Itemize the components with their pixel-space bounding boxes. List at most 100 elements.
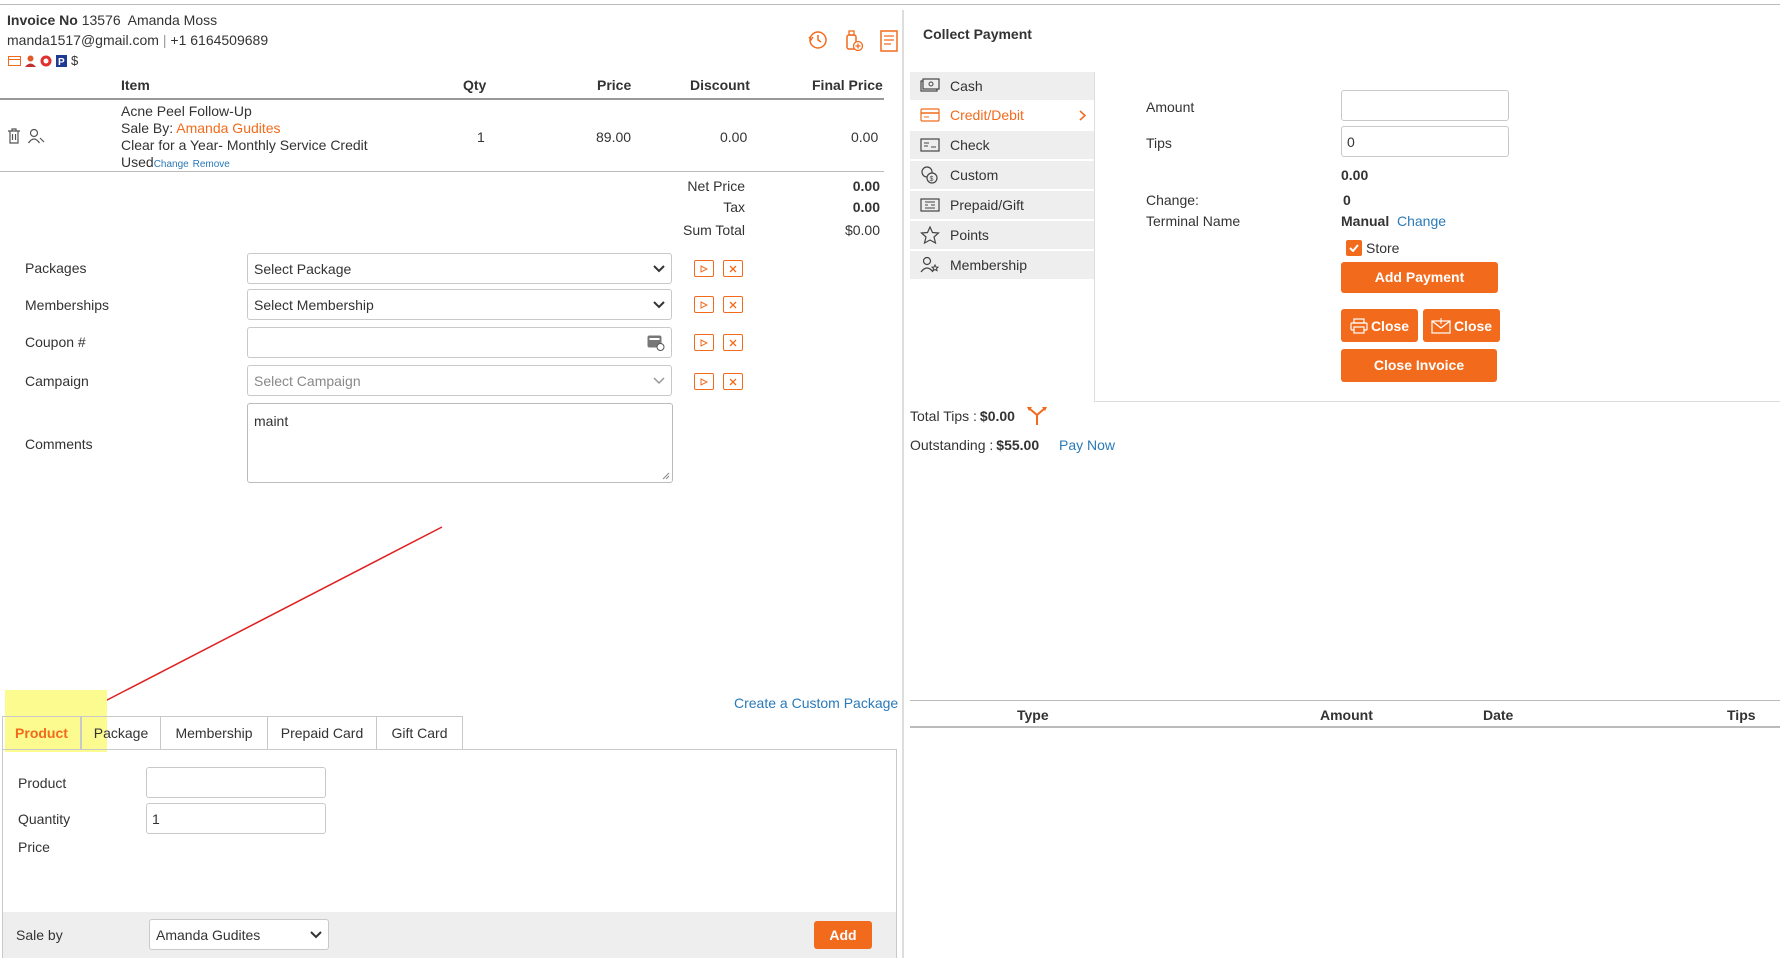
quantity-input[interactable]: 1 <box>146 803 326 834</box>
item-discount: 0.00 <box>720 129 748 145</box>
packages-select[interactable]: Select Package <box>247 253 672 284</box>
custom-payment-icon: $ <box>921 166 938 184</box>
tab-prepaid-card[interactable]: Prepaid Card <box>267 716 377 749</box>
campaign-value: Select Campaign <box>254 372 361 389</box>
clear-package-button[interactable] <box>723 260 743 277</box>
invoice-header: Invoice No 13576 Amanda Moss <box>7 12 217 28</box>
tab-membership[interactable]: Membership <box>160 716 268 749</box>
terminal-change-link[interactable]: Change <box>1397 213 1446 229</box>
tab-panel: Product Quantity 1 Price Sale by Amanda … <box>2 749 897 958</box>
resize-handle-icon[interactable] <box>662 472 670 480</box>
create-custom-package-link[interactable]: Create a Custom Package <box>734 695 898 711</box>
comments-label: Comments <box>25 436 93 452</box>
customer-email: manda1517@gmail.com <box>7 32 159 48</box>
payment-method-cash[interactable]: Cash <box>910 72 1094 101</box>
col-amount: Amount <box>1320 707 1373 723</box>
outstanding-value: $55.00 <box>996 437 1040 453</box>
add-button[interactable]: Add <box>814 921 872 949</box>
product-input[interactable] <box>146 767 326 798</box>
apply-campaign-button[interactable] <box>694 373 714 390</box>
change-link[interactable]: Change <box>154 159 189 170</box>
pay-now-link[interactable]: Pay Now <box>1059 437 1115 453</box>
close-icon <box>729 339 737 346</box>
item-sale-by-link[interactable]: Amanda Gudites <box>176 120 280 136</box>
clear-coupon-button[interactable] <box>723 334 743 351</box>
payment-method-check[interactable]: Check <box>910 131 1094 160</box>
split-tips-icon[interactable] <box>1026 406 1048 426</box>
payment-method-credit-debit-label: Credit/Debit <box>950 107 1024 123</box>
apply-package-button[interactable] <box>694 260 714 277</box>
credit-card-icon <box>920 108 940 122</box>
col-item: Item <box>121 77 150 93</box>
payment-method-custom[interactable]: $ Custom <box>910 161 1094 190</box>
chevron-down-icon <box>653 300 665 308</box>
item-description: Clear for a Year- Monthly Service Credit <box>121 137 368 153</box>
svg-text:P: P <box>58 57 65 67</box>
apply-membership-button[interactable] <box>694 296 714 313</box>
sum-total-value: $0.00 <box>844 222 880 238</box>
quantity-input-value: 1 <box>152 810 160 827</box>
payment-method-custom-label: Custom <box>950 167 999 183</box>
tips-input[interactable]: 0 <box>1341 126 1509 157</box>
col-price: Price <box>597 77 632 93</box>
chevron-right-icon <box>1079 109 1086 121</box>
clear-membership-button[interactable] <box>723 296 743 313</box>
staff-edit-icon[interactable] <box>28 128 46 144</box>
close-invoice-button[interactable]: Close Invoice <box>1341 349 1497 382</box>
receipt-icon[interactable] <box>880 30 898 52</box>
item-qty: 1 <box>477 129 485 145</box>
campaign-label: Campaign <box>25 373 89 389</box>
store-checkbox[interactable] <box>1346 240 1362 256</box>
play-icon <box>700 300 708 309</box>
price-label: Price <box>18 839 50 855</box>
payment-subtotal: 0.00 <box>1341 167 1369 183</box>
panel-divider <box>902 10 904 958</box>
item-name: Acne Peel Follow-Up <box>121 103 252 119</box>
col-date: Date <box>1483 707 1514 723</box>
remove-link[interactable]: Remove <box>193 159 230 170</box>
star-icon <box>920 226 940 244</box>
trash-icon[interactable] <box>7 128 21 144</box>
tab-package[interactable]: Package <box>81 716 161 749</box>
payment-method-points[interactable]: Points <box>910 221 1094 250</box>
contact-separator: | <box>162 32 167 48</box>
net-price-value: 0.00 <box>852 178 880 194</box>
tab-gift-card[interactable]: Gift Card <box>376 716 463 749</box>
store-checkbox-row: Store <box>1346 240 1399 256</box>
add-payment-button[interactable]: Add Payment <box>1341 262 1498 293</box>
packages-value: Select Package <box>254 260 352 277</box>
campaign-select[interactable]: Select Campaign <box>247 365 672 396</box>
close-icon <box>729 265 737 272</box>
coupon-field[interactable] <box>247 327 672 358</box>
change-label: Change: <box>1146 192 1199 208</box>
history-icon[interactable] <box>808 30 828 50</box>
sale-by-select[interactable]: Amanda Gudites <box>149 919 329 950</box>
tab-product[interactable]: Product <box>2 716 81 749</box>
add-product-icon[interactable] <box>844 30 864 52</box>
coupon-picker-icon[interactable] <box>647 335 665 351</box>
total-tips-row: Total Tips : $0.00 <box>910 406 1048 426</box>
sale-by-select-value: Amanda Gudites <box>156 926 261 943</box>
total-tips-value: $0.00 <box>979 408 1015 424</box>
payment-method-points-label: Points <box>950 227 989 243</box>
clear-campaign-button[interactable] <box>723 373 743 390</box>
checkmark-icon <box>1349 244 1359 252</box>
chevron-down-icon <box>310 930 322 938</box>
tab-prepaid-card-label: Prepaid Card <box>280 725 364 741</box>
tax-value: 0.00 <box>852 199 880 215</box>
close-email-button[interactable]: Close <box>1423 309 1500 342</box>
tab-product-label: Product <box>15 725 68 741</box>
comments-textarea[interactable]: maint <box>247 403 673 483</box>
payment-method-check-label: Check <box>950 137 990 153</box>
close-print-button[interactable]: Close <box>1341 309 1418 342</box>
collect-payment-title: Collect Payment <box>923 26 1032 42</box>
payment-method-prepaid-gift[interactable]: Prepaid/Gift <box>910 191 1094 220</box>
item-details: Acne Peel Follow-Up Sale By: Amanda Gudi… <box>121 103 368 173</box>
apply-coupon-button[interactable] <box>694 334 714 351</box>
amount-input[interactable] <box>1341 90 1509 121</box>
payment-method-credit-debit[interactable]: Credit/Debit <box>910 101 1094 130</box>
payment-method-membership[interactable]: Membership <box>910 251 1094 280</box>
invoice-actions <box>808 30 898 52</box>
memberships-select[interactable]: Select Membership <box>247 289 672 320</box>
sum-total-label: Sum Total <box>683 222 745 238</box>
